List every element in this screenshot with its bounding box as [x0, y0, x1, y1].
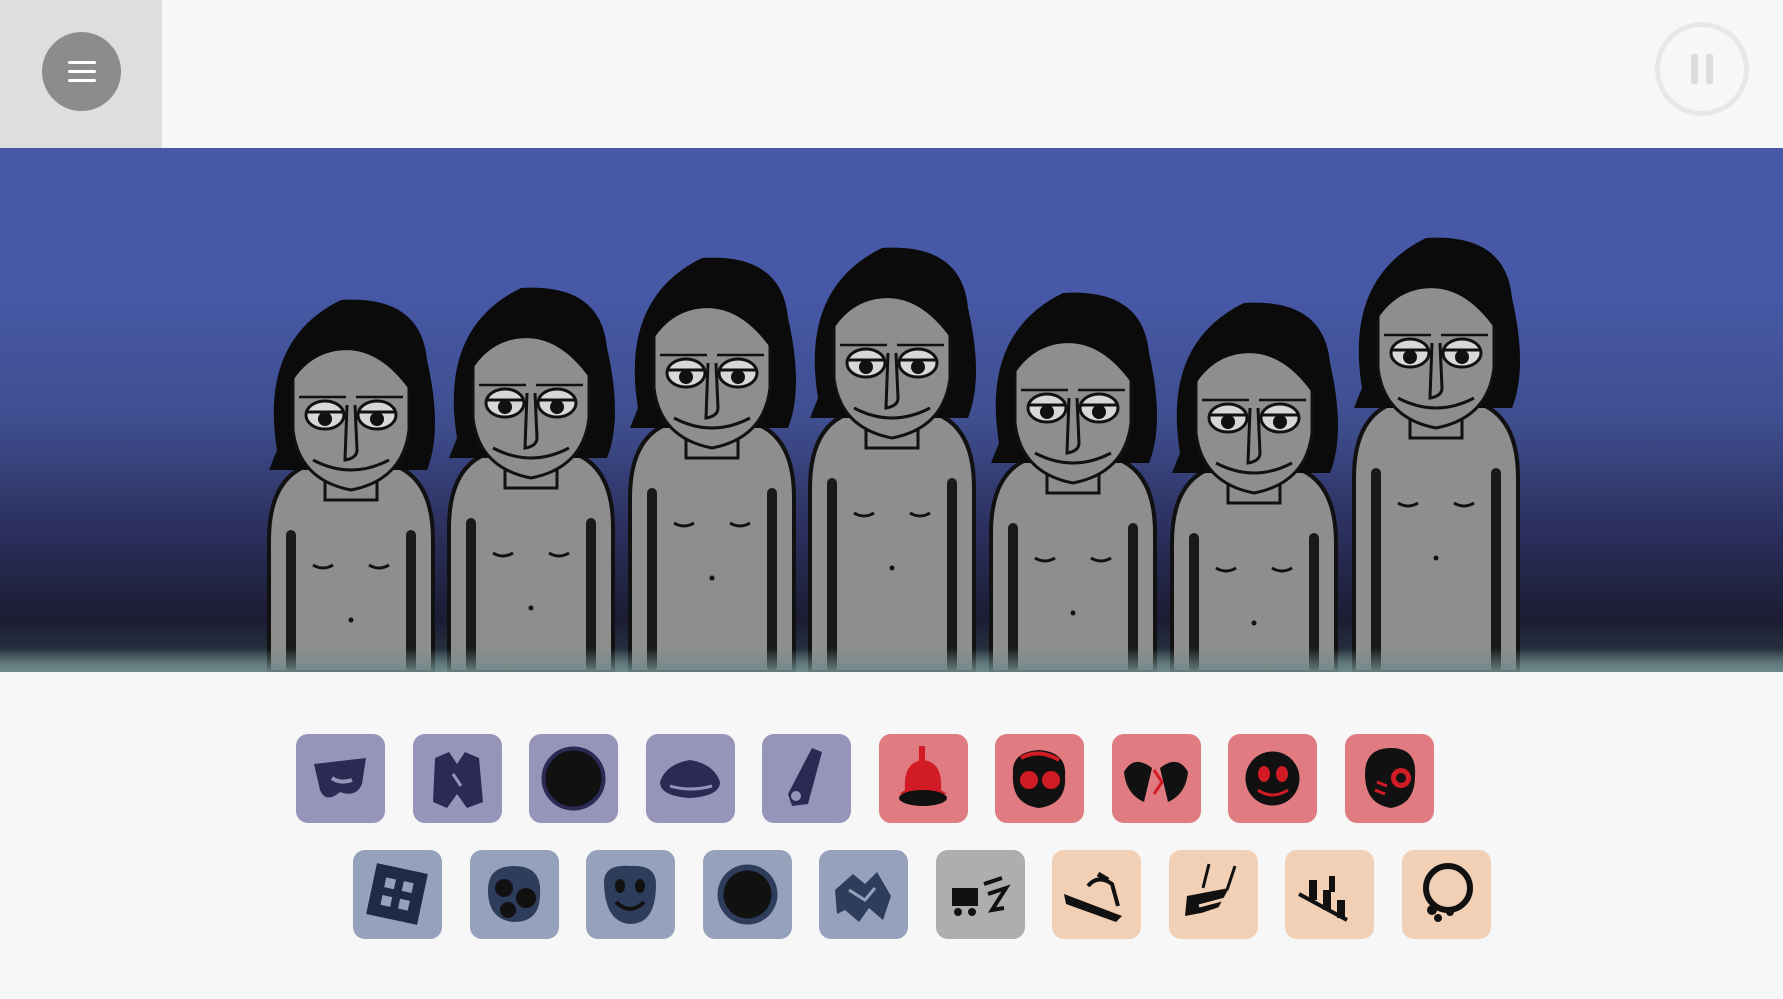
sound-tile-beats[interactable]: [412, 734, 502, 823]
black-disc-icon: [541, 746, 606, 811]
sound-tile-effects[interactable]: [995, 734, 1084, 823]
performer-2[interactable]: [447, 287, 615, 672]
performer-6[interactable]: [1170, 302, 1338, 672]
top-bar: [0, 0, 1783, 148]
sound-tile-melodies[interactable]: [353, 850, 442, 939]
necklace-icon: [1422, 863, 1473, 922]
sound-tile-effects[interactable]: [1228, 734, 1317, 823]
torn-cloth-icon: [835, 872, 891, 922]
performer-1[interactable]: [267, 299, 435, 672]
whistle-icon: [788, 748, 822, 806]
truck-scribble-icon: [951, 876, 1011, 916]
performers-layer: [267, 237, 1520, 672]
sound-tile-chorus[interactable]: [935, 850, 1025, 939]
piano-keys-icon: [1298, 876, 1348, 922]
round-face-icon: [1245, 751, 1300, 806]
sound-tile-melodies[interactable]: [586, 850, 675, 939]
sound-tile-voices[interactable]: [1052, 850, 1141, 939]
sash-icon: [1064, 871, 1122, 922]
hamburger-icon-line: [67, 70, 96, 73]
menu-button[interactable]: [42, 32, 121, 111]
performer-4[interactable]: [808, 247, 976, 672]
sound-tile-beats[interactable]: [529, 734, 618, 823]
sound-tile-melodies[interactable]: [819, 850, 908, 939]
cap-icon: [314, 758, 366, 798]
performer-5[interactable]: [989, 292, 1157, 672]
sound-tray-row-1: [296, 734, 1436, 823]
menu-panel: [0, 0, 162, 148]
goggles-mask-icon: [1012, 750, 1066, 808]
sound-tile-beats[interactable]: [296, 734, 385, 823]
headphones-skull-icon: [1364, 748, 1415, 808]
sound-tile-voices[interactable]: [1401, 850, 1491, 939]
stage-floor: [0, 648, 1783, 672]
sound-tile-beats[interactable]: [762, 734, 851, 823]
sound-tile-voices[interactable]: [1168, 850, 1258, 939]
performer-7[interactable]: [1352, 237, 1520, 672]
vinyl-disc-icon: [717, 864, 777, 925]
sound-tile-beats[interactable]: [645, 734, 735, 823]
sound-tile-effects[interactable]: [878, 734, 968, 823]
cross-straps-icon: [1184, 863, 1236, 916]
sound-tile-effects[interactable]: [1344, 734, 1434, 823]
broken-heart-icon: [1123, 761, 1188, 802]
sound-tile-effects[interactable]: [1111, 734, 1201, 823]
bowler-hat-icon: [659, 760, 720, 798]
vest-icon: [432, 752, 483, 808]
pause-icon-bar: [1706, 54, 1713, 84]
bell-hat-icon: [898, 746, 947, 806]
sound-tray-row-2: [353, 850, 1493, 939]
pause-button[interactable]: [1655, 22, 1749, 116]
sound-tile-melodies[interactable]: [469, 850, 559, 939]
hamburger-icon-line: [67, 61, 96, 64]
three-dots-mask-icon: [487, 866, 540, 922]
tile-grid-icon: [366, 863, 428, 925]
pause-icon-bar: [1691, 54, 1698, 84]
hamburger-icon-line: [67, 79, 96, 82]
performance-stage: [0, 148, 1783, 672]
sound-tile-voices[interactable]: [1285, 850, 1374, 939]
smiley-mask-icon: [604, 865, 656, 924]
sound-tile-melodies[interactable]: [702, 850, 792, 939]
performer-3[interactable]: [628, 257, 796, 672]
